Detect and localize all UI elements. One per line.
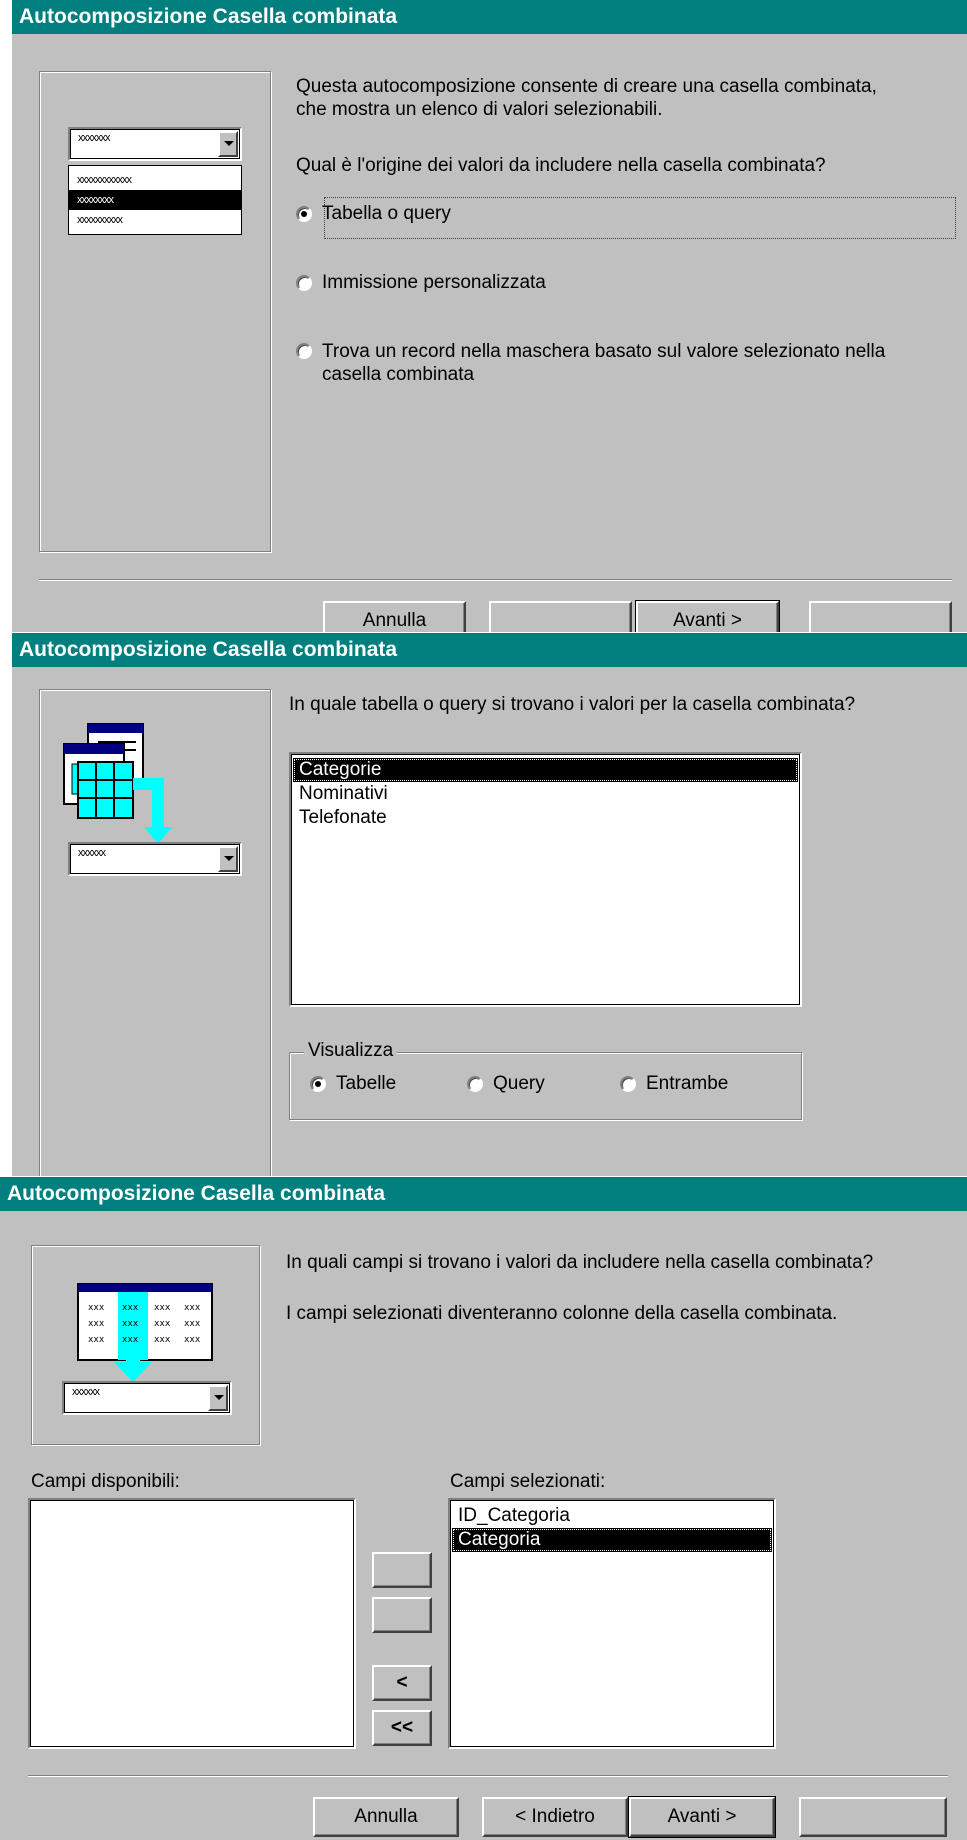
svg-text:xxx: xxx bbox=[122, 1303, 139, 1313]
illustration-frame: xxx xxx xxx xxx xxx xxx xxx xxx xxx xxx xxx xxx x… bbox=[31, 1245, 260, 1445]
radio-dot bbox=[467, 1076, 483, 1092]
cancel-button[interactable]: Annulla bbox=[313, 1797, 459, 1837]
remove-all-fields-button[interactable]: << bbox=[372, 1710, 432, 1746]
finish-button[interactable] bbox=[809, 601, 952, 632]
dropdown-item: xxxxxxxx bbox=[69, 190, 241, 210]
selected-fields-label: Campi selezionati: bbox=[450, 1471, 606, 1492]
svg-text:xxx: xxx bbox=[88, 1303, 105, 1313]
svg-text:xxx: xxx bbox=[122, 1319, 139, 1329]
dropdown-illustration: xxxxxxxxxxxx xxxxxxxx xxxxxxxxxx bbox=[68, 165, 242, 235]
selected-fields-list[interactable]: ID_Categoria Categoria bbox=[448, 1498, 776, 1749]
radio-label: Trova un record nella maschera basato su… bbox=[322, 341, 886, 385]
dropdown-item: xxxxxxxxxx bbox=[77, 214, 123, 226]
svg-text:xxx: xxx bbox=[154, 1303, 171, 1313]
radio-find-record[interactable]: Trova un record nella maschera basato su… bbox=[296, 340, 902, 386]
view-groupbox: Visualizza Tabelle Query Entrambe bbox=[289, 1040, 802, 1120]
finish-button[interactable] bbox=[799, 1797, 947, 1837]
cancel-button[interactable]: Annulla bbox=[323, 601, 466, 632]
note-text: I campi selezionati diventeranno colonne… bbox=[286, 1303, 838, 1324]
table-query-list[interactable]: Categorie Nominativi Telefonate bbox=[289, 752, 802, 1007]
question-text: In quale tabella o query si trovano i va… bbox=[289, 694, 856, 715]
question-text: Qual è l'origine dei valori da includere… bbox=[296, 155, 826, 176]
chevron-down-icon bbox=[208, 1385, 228, 1411]
svg-text:xxx: xxx bbox=[184, 1303, 201, 1313]
back-button[interactable] bbox=[489, 601, 632, 632]
combo-illustration: xxxxxx bbox=[62, 1381, 232, 1415]
list-item[interactable]: Nominativi bbox=[293, 782, 798, 806]
chevron-down-icon bbox=[218, 131, 238, 157]
svg-text:xxx: xxx bbox=[88, 1335, 105, 1345]
radio-label: Tabelle bbox=[336, 1073, 397, 1094]
radio-dot bbox=[296, 275, 312, 291]
radio-queries[interactable]: Query bbox=[467, 1073, 545, 1095]
back-button[interactable]: < Indietro bbox=[482, 1797, 628, 1837]
list-item[interactable]: Categorie bbox=[293, 758, 798, 782]
separator bbox=[28, 1775, 948, 1777]
question-text: In quali campi si trovano i valori da in… bbox=[286, 1252, 874, 1273]
illustration-frame: xxxxxx bbox=[39, 689, 271, 1176]
add-field-button[interactable] bbox=[372, 1552, 432, 1588]
radio-dot bbox=[296, 343, 312, 359]
available-fields-label: Campi disponibili: bbox=[31, 1471, 180, 1492]
next-button[interactable]: Avanti > bbox=[635, 600, 780, 632]
groupbox-label: Visualizza bbox=[304, 1040, 398, 1062]
combo-illustration-text: xxxxxxx bbox=[78, 132, 110, 144]
wizard-step-2: Autocomposizione Casella combinata xxxxx… bbox=[12, 633, 967, 1176]
list-item[interactable]: Categoria bbox=[452, 1528, 772, 1552]
separator bbox=[39, 579, 952, 581]
svg-text:xxx: xxx bbox=[154, 1335, 171, 1345]
dropdown-item: xxxxxxxxxxxx bbox=[77, 174, 132, 186]
combo-illustration: xxxxxx bbox=[68, 842, 242, 876]
combo-illustration-text: xxxxxx bbox=[72, 1386, 100, 1398]
radio-dot bbox=[310, 1076, 326, 1092]
radio-tables[interactable]: Tabelle bbox=[310, 1073, 396, 1095]
combo-illustration-text: xxxxxx bbox=[78, 847, 106, 859]
radio-label: Immissione personalizzata bbox=[322, 272, 546, 293]
combo-illustration: xxxxxxx bbox=[68, 127, 242, 161]
radio-label: Query bbox=[493, 1073, 545, 1094]
radio-custom-entry[interactable]: Immissione personalizzata bbox=[296, 272, 546, 294]
svg-text:xxx: xxx bbox=[184, 1335, 201, 1345]
title-bar: Autocomposizione Casella combinata bbox=[0, 1177, 967, 1211]
wizard-step-1: Autocomposizione Casella combinata xxxxx… bbox=[12, 0, 967, 632]
intro-text: Questa autocomposizione consente di crea… bbox=[296, 76, 877, 120]
wizard-step-3: Autocomposizione Casella combinata xxx xx… bbox=[0, 1177, 967, 1840]
available-fields-list[interactable] bbox=[28, 1498, 356, 1749]
list-item[interactable]: Telefonate bbox=[293, 806, 798, 830]
title-bar: Autocomposizione Casella combinata bbox=[12, 633, 967, 667]
radio-dot bbox=[296, 206, 312, 222]
list-item[interactable]: ID_Categoria bbox=[452, 1504, 772, 1528]
illustration-frame: xxxxxxx xxxxxxxxxxxx xxxxxxxx xxxxxxxxxx bbox=[39, 71, 271, 552]
next-button[interactable]: Avanti > bbox=[628, 1796, 776, 1838]
chevron-down-icon bbox=[218, 846, 238, 872]
add-all-fields-button[interactable] bbox=[372, 1597, 432, 1633]
radio-label: Entrambe bbox=[646, 1073, 729, 1094]
radio-dot bbox=[620, 1076, 636, 1092]
svg-text:xxx: xxx bbox=[154, 1319, 171, 1329]
remove-field-button[interactable]: < bbox=[372, 1665, 432, 1701]
radio-label: Tabella o query bbox=[322, 203, 451, 224]
table-to-combo-illustration bbox=[63, 723, 172, 844]
radio-both[interactable]: Entrambe bbox=[620, 1073, 728, 1095]
radio-table-or-query[interactable]: Tabella o query bbox=[296, 203, 451, 225]
fields-to-combo-illustration: xxx xxx xxx xxx xxx xxx xxx xxx xxx xxx xxx xxx bbox=[77, 1283, 213, 1382]
svg-text:xxx: xxx bbox=[88, 1319, 105, 1329]
svg-text:xxx: xxx bbox=[184, 1319, 201, 1329]
title-bar: Autocomposizione Casella combinata bbox=[12, 0, 967, 34]
